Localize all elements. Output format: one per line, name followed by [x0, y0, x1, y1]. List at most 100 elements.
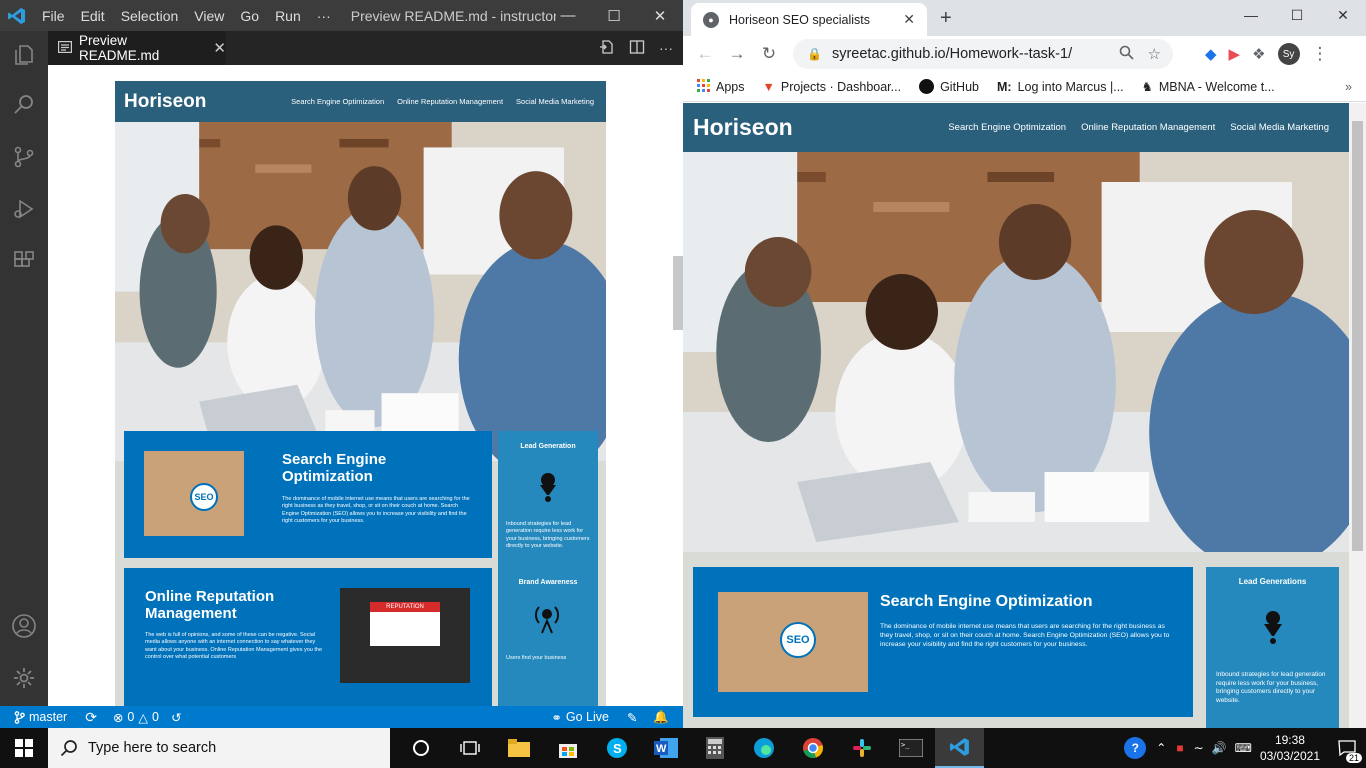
calculator-icon[interactable] — [690, 728, 739, 768]
browser-tab[interactable]: ● Horiseon SEO specialists ✕ — [691, 3, 927, 36]
zoom-search-icon[interactable] — [1119, 45, 1134, 64]
feedback-icon[interactable]: ✎ — [621, 710, 643, 725]
cortana-icon[interactable] — [396, 728, 445, 768]
problems-status[interactable]: ⊗ 0 △ 0 — [107, 710, 165, 725]
menu-view[interactable]: View — [186, 8, 232, 24]
bookmark-projects[interactable]: ▼ Projects · Dashboar... — [763, 80, 902, 94]
extensions-area: ◆ ▶ ❖ Sy ⋮ — [1205, 36, 1329, 72]
history-icon[interactable]: ↺ — [165, 710, 187, 725]
task-view-icon[interactable] — [445, 728, 494, 768]
nav-link-seo[interactable]: Search Engine Optimization — [948, 122, 1066, 133]
open-source-icon[interactable] — [599, 39, 615, 58]
search-icon[interactable] — [0, 81, 48, 129]
menu-go[interactable]: Go — [232, 8, 267, 24]
menu-edit[interactable]: Edit — [73, 8, 113, 24]
minimize-button[interactable]: — — [1228, 0, 1274, 30]
skype-icon[interactable]: S — [592, 728, 641, 768]
preview-aside-brand-title: Brand Awareness — [518, 579, 578, 586]
maximize-button[interactable]: ☐ — [591, 0, 637, 31]
scrollbar-thumb[interactable] — [1352, 121, 1363, 551]
explorer-icon[interactable] — [0, 31, 48, 79]
branch-status[interactable]: master — [0, 710, 73, 724]
more-actions-icon[interactable]: ··· — [659, 40, 673, 56]
profile-avatar[interactable]: Sy — [1277, 43, 1300, 65]
menu-more[interactable]: ··· — [309, 8, 339, 24]
page-scrollbar[interactable] — [1349, 103, 1366, 728]
maximize-button[interactable]: ☐ — [1274, 0, 1320, 30]
menu-run[interactable]: Run — [267, 8, 309, 24]
notification-center-icon[interactable]: 21 — [1328, 728, 1366, 768]
bookmark-star-icon[interactable]: ☆ — [1148, 45, 1161, 64]
store-icon[interactable] — [543, 728, 592, 768]
extension-blue-icon[interactable]: ◆ — [1205, 45, 1217, 63]
antivirus-icon[interactable]: ■ — [1176, 741, 1183, 755]
preview-brand-icon — [532, 603, 562, 640]
preview-nav-seo: Search Engine Optimization — [291, 97, 385, 106]
windows-start-icon[interactable] — [0, 728, 48, 768]
bookmark-mbna[interactable]: ♞ MBNA - Welcome t... — [1142, 79, 1275, 95]
slack-icon[interactable] — [837, 728, 886, 768]
settings-gear-icon[interactable] — [0, 654, 48, 702]
extensions-icon[interactable] — [0, 237, 48, 285]
run-debug-icon[interactable] — [0, 185, 48, 233]
site-nav: Search Engine Optimization Online Reputa… — [948, 122, 1329, 133]
taskbar-search-box[interactable]: Type here to search — [48, 728, 390, 768]
address-bar[interactable]: 🔒 syreetac.github.io/Homework--task-1/ ☆ — [793, 39, 1173, 69]
bookmark-apps[interactable]: Apps — [697, 78, 745, 95]
split-editor-icon[interactable] — [629, 39, 645, 58]
preview-orm-image-text: REPUTATION — [370, 602, 440, 612]
wifi-icon[interactable]: ∼ — [1194, 741, 1204, 755]
volume-icon[interactable]: 🔊 — [1212, 741, 1227, 755]
svg-text:>_: >_ — [901, 741, 910, 749]
reload-icon[interactable]: ↻ — [753, 44, 785, 64]
notifications-bell-icon[interactable]: 🔔 — [647, 710, 675, 725]
bookmark-label: MBNA - Welcome t... — [1158, 79, 1275, 94]
close-button[interactable]: ✕ — [1320, 0, 1366, 30]
bookmarks-overflow-icon[interactable]: » — [1345, 80, 1352, 94]
browser-tab-title: Horiseon SEO specialists — [729, 12, 871, 27]
site-logo[interactable]: Horiseon — [693, 114, 793, 141]
chrome-icon[interactable] — [788, 728, 837, 768]
preview-site-header: Horiseon Search Engine Optimization Onli… — [115, 81, 606, 122]
keyboard-icon[interactable]: ⌨ — [1235, 741, 1252, 755]
chrome-menu-icon[interactable]: ⋮ — [1312, 44, 1329, 64]
nav-link-smm[interactable]: Social Media Marketing — [1230, 122, 1329, 133]
bookmark-github[interactable]: GitHub — [919, 79, 979, 94]
show-hidden-icons[interactable]: ⌃ — [1156, 741, 1166, 755]
menu-file[interactable]: File — [34, 8, 73, 24]
preview-aside-brand-body: Users find your business — [506, 655, 567, 661]
preview-lead-icon — [536, 471, 560, 510]
tab-preview-readme[interactable]: Preview README.md ✕ — [48, 31, 226, 65]
word-icon[interactable]: W — [641, 728, 690, 768]
vscode-window: File Edit Selection View Go Run ··· Prev… — [0, 0, 683, 728]
apps-grid-icon — [697, 78, 710, 95]
close-tab-icon[interactable]: ✕ — [903, 11, 915, 28]
lock-icon[interactable]: 🔒 — [807, 47, 822, 61]
extensions-puzzle-icon[interactable]: ❖ — [1252, 45, 1265, 63]
seo-body: The dominance of mobile internet use mea… — [880, 623, 1170, 648]
editor-scrollbar[interactable] — [673, 256, 683, 330]
close-button[interactable]: ✕ — [637, 0, 683, 31]
edge-icon[interactable] — [739, 728, 788, 768]
sync-icon[interactable]: ⟳ — [79, 709, 103, 726]
forward-arrow-icon[interactable]: → — [721, 44, 753, 64]
file-explorer-icon[interactable] — [494, 728, 543, 768]
close-tab-icon[interactable]: ✕ — [213, 39, 226, 57]
vscode-taskbar-icon[interactable] — [935, 728, 984, 768]
extension-red-icon[interactable]: ▶ — [1229, 45, 1241, 63]
minimize-button[interactable]: — — [545, 0, 591, 31]
source-control-icon[interactable] — [0, 133, 48, 181]
system-tray: ? ⌃ ■ ∼ 🔊 ⌨ 19:38 03/03/2021 21 — [1124, 728, 1366, 768]
nav-link-orm[interactable]: Online Reputation Management — [1081, 122, 1215, 133]
menu-selection[interactable]: Selection — [113, 8, 187, 24]
back-arrow-icon[interactable]: ← — [689, 44, 721, 64]
new-tab-button[interactable]: + — [940, 7, 952, 30]
seo-image: SEO — [718, 592, 868, 692]
go-live-button[interactable]: ⚭ Go Live — [545, 710, 615, 725]
clock[interactable]: 19:38 03/03/2021 — [1260, 732, 1320, 764]
bookmark-marcus[interactable]: M: Log into Marcus |... — [997, 80, 1124, 94]
account-icon[interactable] — [0, 602, 48, 650]
help-icon[interactable]: ? — [1124, 737, 1147, 759]
terminal-icon[interactable]: >_ — [886, 728, 935, 768]
tab-label: Preview README.md — [79, 33, 160, 63]
